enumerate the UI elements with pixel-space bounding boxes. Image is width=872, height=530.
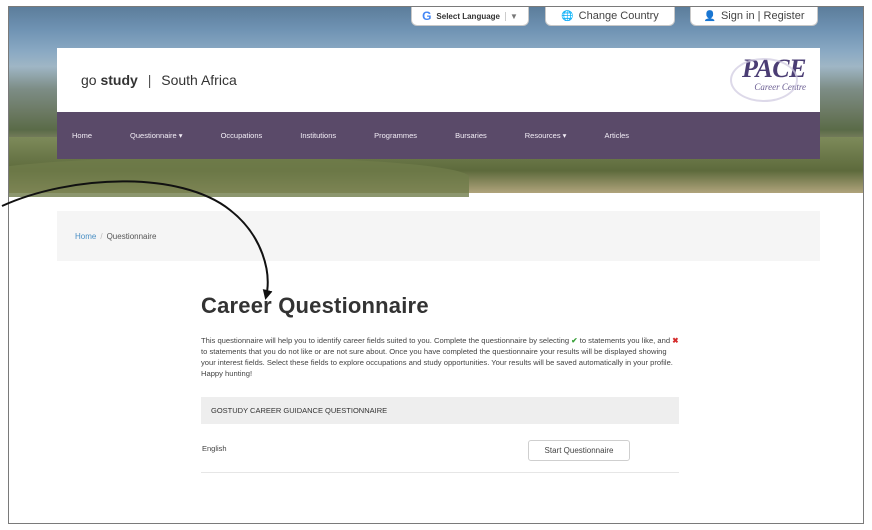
sign-in-register-button[interactable]: 👤 Sign in | Register bbox=[690, 7, 818, 26]
nav-item-home[interactable]: Home bbox=[72, 131, 92, 140]
chevron-down-icon: ▼ bbox=[505, 11, 518, 21]
sign-in-label: Sign in | Register bbox=[720, 10, 805, 22]
brand-region: South Africa bbox=[161, 72, 237, 88]
breadcrumb: Home / Questionnaire bbox=[57, 211, 820, 261]
select-language-dropdown[interactable]: G Select Language ▼ bbox=[411, 7, 529, 26]
nav-item-institutions[interactable]: Institutions bbox=[300, 131, 336, 140]
change-country-label: Change Country bbox=[578, 10, 659, 22]
desc-part-1: This questionnaire will help you to iden… bbox=[201, 336, 570, 345]
nav-item-questionnaire[interactable]: Questionnaire ▾ bbox=[130, 131, 183, 140]
breadcrumb-home-link[interactable]: Home bbox=[75, 232, 96, 241]
site-header: go study | South Africa PACE Career Cent… bbox=[57, 48, 820, 112]
nav-item-bursaries[interactable]: Bursaries bbox=[455, 131, 487, 140]
hero-dune bbox=[9, 157, 469, 197]
page-title: Career Questionnaire bbox=[201, 293, 429, 318]
brand-pre: go bbox=[81, 72, 97, 88]
nav-item-resources[interactable]: Resources ▾ bbox=[525, 131, 567, 140]
row-divider bbox=[201, 472, 679, 473]
desc-part-2: to statements you like, and bbox=[579, 336, 671, 345]
questionnaire-section-header: GOSTUDY CAREER GUIDANCE QUESTIONNAIRE bbox=[201, 397, 679, 424]
site-brand[interactable]: go study | South Africa bbox=[81, 72, 237, 88]
nav-item-programmes[interactable]: Programmes bbox=[374, 131, 417, 140]
change-country-button[interactable]: 🌐 Change Country bbox=[545, 7, 675, 26]
nav-item-articles[interactable]: Articles bbox=[604, 131, 629, 140]
main-nav: Home Questionnaire ▾ Occupations Institu… bbox=[57, 112, 820, 159]
breadcrumb-separator: / bbox=[100, 232, 103, 241]
google-icon: G bbox=[422, 9, 432, 23]
browser-frame: G Select Language ▼ 🌐 Change Country 👤 S… bbox=[8, 6, 864, 524]
desc-part-3: to statements that you do not like or ar… bbox=[201, 347, 673, 378]
cross-icon: ✖ bbox=[672, 336, 679, 345]
select-language-label: Select Language bbox=[436, 11, 500, 21]
questionnaire-language: English bbox=[202, 444, 227, 453]
pace-logo[interactable]: PACE Career Centre bbox=[730, 56, 807, 102]
breadcrumb-current: Questionnaire bbox=[106, 232, 157, 241]
globe-icon: 🌐 bbox=[561, 10, 574, 22]
nav-item-occupations[interactable]: Occupations bbox=[221, 131, 263, 140]
user-icon: 👤 bbox=[703, 10, 716, 22]
brand-bold: study bbox=[100, 72, 138, 88]
page-description: This questionnaire will help you to iden… bbox=[201, 335, 679, 379]
logo-swoosh bbox=[730, 58, 798, 102]
start-questionnaire-button[interactable]: Start Questionnaire bbox=[528, 440, 630, 461]
checkmark-icon: ✔ bbox=[571, 336, 578, 345]
brand-separator: | bbox=[147, 72, 152, 88]
